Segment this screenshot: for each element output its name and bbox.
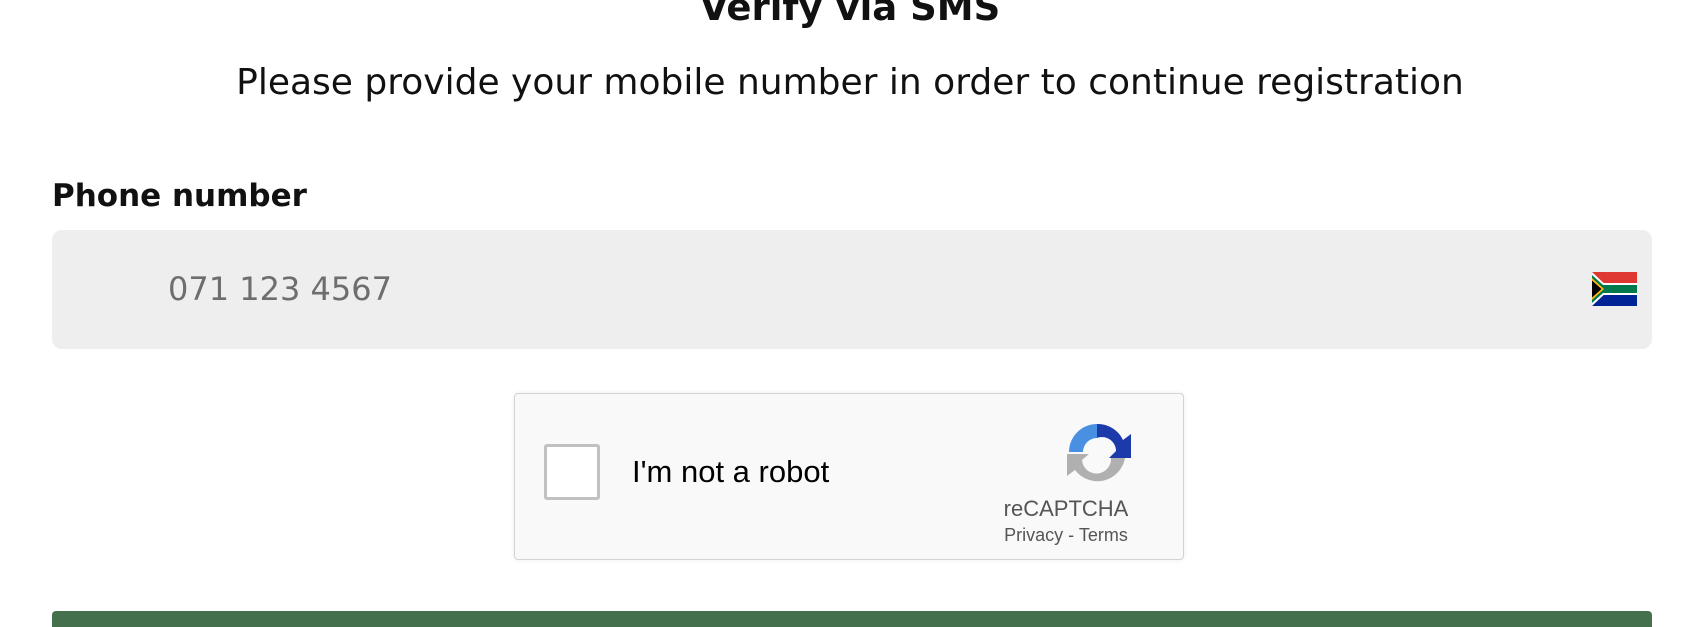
phone-number-input[interactable] <box>168 258 1468 320</box>
recaptcha-terms-link[interactable]: Terms <box>1079 525 1128 545</box>
recaptcha-links: Privacy - Terms <box>975 523 1157 547</box>
phone-number-field[interactable] <box>52 230 1652 349</box>
page-title: Verify via SMS <box>699 0 1001 29</box>
recaptcha-checkbox[interactable] <box>544 444 600 500</box>
phone-number-label: Phone number <box>52 178 307 214</box>
recaptcha-brand-text: reCAPTCHA <box>1003 496 1129 521</box>
sms-verification-page: Verify via SMS Please provide your mobil… <box>0 0 1700 627</box>
south-africa-flag-icon <box>1592 272 1637 306</box>
recaptcha-label: I'm not a robot <box>632 454 830 489</box>
recaptcha-widget: I'm not a robot reCAPTCHA Privacy - Term… <box>514 393 1184 560</box>
continue-button[interactable] <box>52 611 1652 627</box>
recaptcha-link-separator: - <box>1068 525 1075 545</box>
page-subtitle: Please provide your mobile number in ord… <box>236 62 1464 103</box>
recaptcha-logo-icon <box>1067 423 1131 482</box>
recaptcha-privacy-link[interactable]: Privacy <box>1004 525 1063 545</box>
